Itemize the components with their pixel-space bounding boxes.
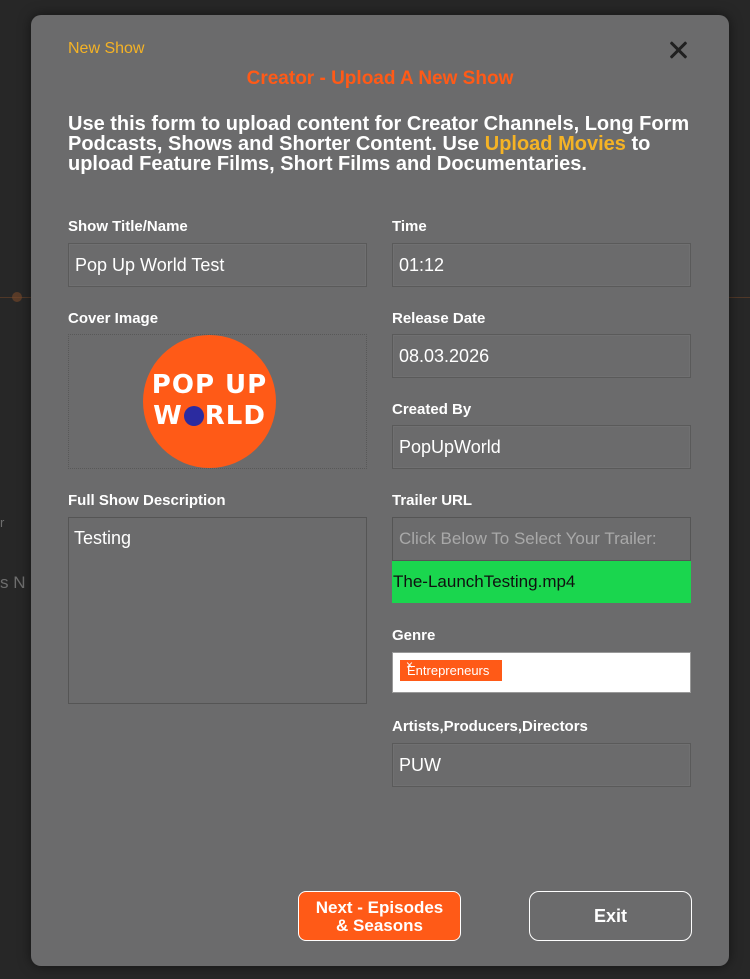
genre-multiselect[interactable]: × Entrepreneurs bbox=[392, 652, 691, 693]
genre-chip-label: Entrepreneurs bbox=[407, 663, 490, 678]
next-button-line2: & Seasons bbox=[336, 916, 423, 935]
genre-label: Genre bbox=[392, 627, 436, 644]
close-icon[interactable] bbox=[667, 39, 689, 61]
created-by-label: Created By bbox=[392, 401, 472, 418]
modal-title: Creator - Upload A New Show bbox=[246, 68, 514, 89]
background-timeline-dot bbox=[12, 292, 22, 302]
artists-label: Artists,Producers,Directors bbox=[392, 718, 588, 735]
trailer-file-select[interactable]: The-LaunchTesting.mp4 bbox=[392, 561, 691, 603]
next-episodes-button[interactable]: Next - Episodes & Seasons bbox=[298, 891, 461, 941]
cover-image-dropzone[interactable]: POP UP W RLD bbox=[68, 334, 367, 469]
trailer-url-input[interactable]: Click Below To Select Your Trailer: bbox=[392, 517, 691, 561]
logo-text-suffix: RLD bbox=[204, 401, 266, 431]
release-date-label: Release Date bbox=[392, 310, 486, 327]
time-input[interactable]: 01:12 bbox=[392, 243, 691, 287]
background-text: s N bbox=[0, 573, 26, 592]
logo-text-prefix: W bbox=[153, 401, 183, 431]
background-timeline-right bbox=[729, 297, 750, 298]
cover-image-logo: POP UP W RLD bbox=[143, 335, 276, 468]
show-title-label: Show Title/Name bbox=[68, 218, 188, 235]
logo-dot-icon bbox=[183, 406, 204, 426]
show-title-input[interactable]: Pop Up World Test bbox=[68, 243, 367, 287]
genre-chip: × Entrepreneurs bbox=[400, 658, 503, 681]
upload-show-modal: New Show Creator - Upload A New Show Use… bbox=[31, 15, 729, 966]
intro-text: Use this form to upload content for Crea… bbox=[68, 114, 708, 174]
logo-text-line1: POP UP bbox=[151, 370, 268, 400]
upload-movies-link[interactable]: Upload Movies bbox=[485, 133, 626, 155]
chip-remove-icon[interactable]: × bbox=[406, 655, 413, 676]
next-button-line1: Next - Episodes bbox=[315, 898, 444, 917]
description-textarea[interactable]: Testing bbox=[68, 517, 367, 704]
release-date-input[interactable]: 08.03.2026 bbox=[392, 334, 691, 378]
exit-button[interactable]: Exit bbox=[529, 891, 692, 941]
artists-input[interactable]: PUW bbox=[392, 743, 691, 787]
cover-image-label: Cover Image bbox=[68, 310, 159, 327]
background-text-small: r bbox=[0, 515, 5, 530]
description-label: Full Show Description bbox=[68, 492, 226, 509]
logo-text-line2: W RLD bbox=[143, 401, 276, 431]
modal-tag: New Show bbox=[68, 40, 145, 57]
created-by-input[interactable]: PopUpWorld bbox=[392, 425, 691, 469]
trailer-url-label: Trailer URL bbox=[392, 492, 473, 509]
time-label: Time bbox=[392, 218, 427, 235]
